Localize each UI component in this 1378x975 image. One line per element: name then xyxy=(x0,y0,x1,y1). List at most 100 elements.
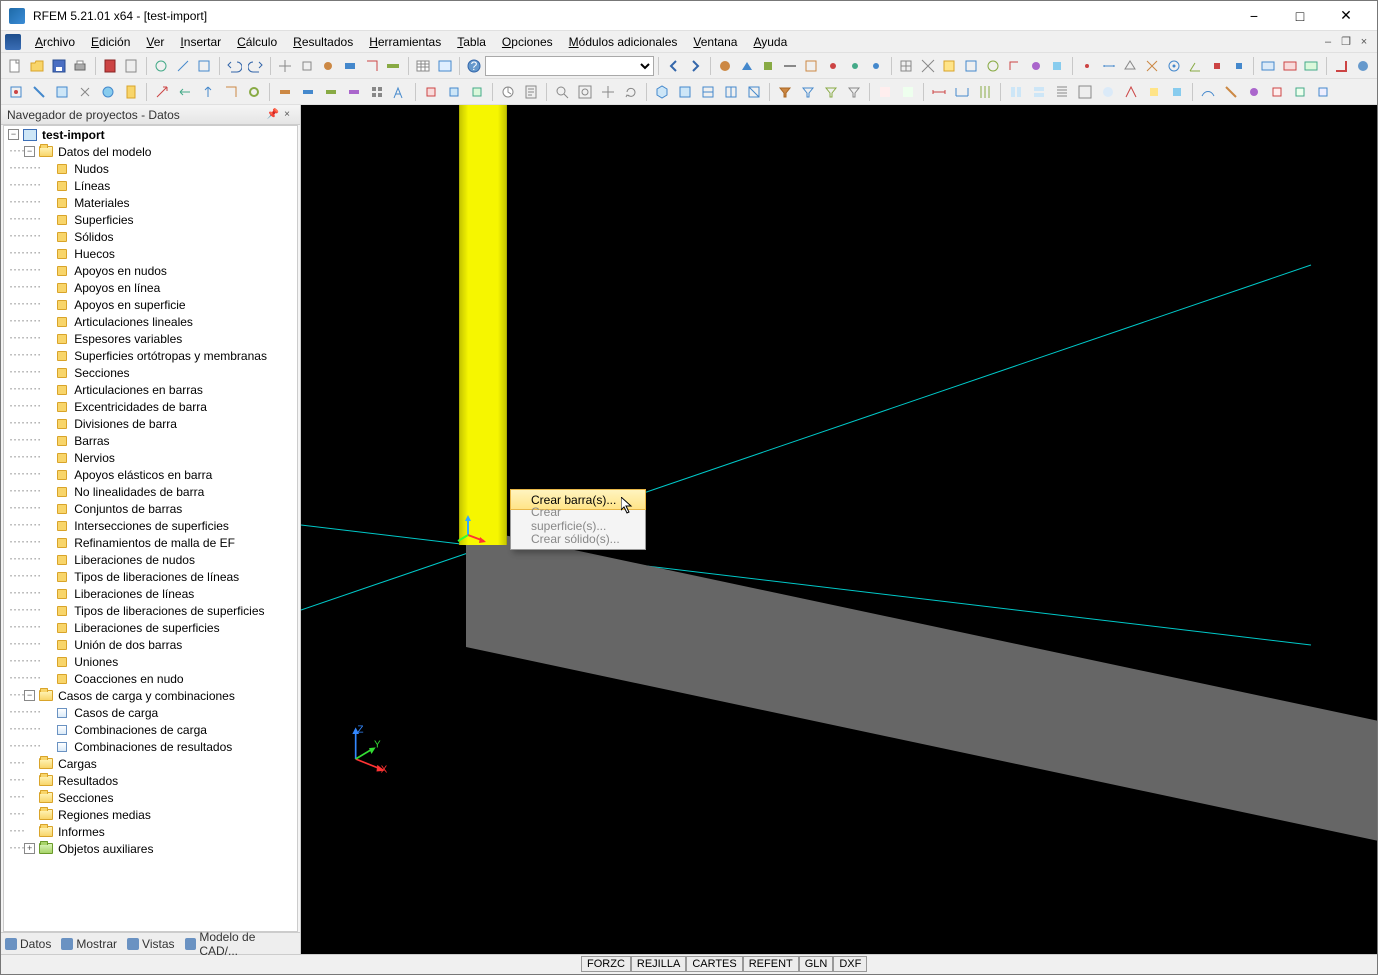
pin-icon[interactable]: 📌 xyxy=(266,109,280,120)
tree-materiales[interactable]: ········Materiales xyxy=(4,194,297,211)
snap-button-1[interactable] xyxy=(1077,55,1098,77)
grid-button-1[interactable] xyxy=(896,55,917,77)
viewport-3d[interactable]: Z X Y Crear barra(s)... Crear superficie… xyxy=(301,105,1377,954)
vis-button-2[interactable] xyxy=(736,55,757,77)
nav-tab-datos[interactable]: Datos xyxy=(5,937,51,951)
nav-tab-mostrar[interactable]: Mostrar xyxy=(61,937,117,951)
tool-button-6[interactable] xyxy=(296,55,317,77)
close-button[interactable]: ✕ xyxy=(1323,1,1369,31)
menu-módulos-adicionales[interactable]: Módulos adicionales xyxy=(561,33,686,51)
grid-button-6[interactable] xyxy=(1004,55,1025,77)
tool-button-10[interactable] xyxy=(383,55,404,77)
mdi-minimize-icon[interactable]: – xyxy=(1319,36,1337,48)
loadcase-combo[interactable] xyxy=(485,56,654,76)
tb2-btn-1[interactable] xyxy=(5,81,27,103)
cm-crear-superficies[interactable]: Crear superficie(s)... xyxy=(511,509,645,529)
tree-tipos-de-liberaciones-de-líneas[interactable]: ········Tipos de liberaciones de líneas xyxy=(4,568,297,585)
status-rejilla[interactable]: REJILLA xyxy=(631,956,686,972)
snap-button-7[interactable] xyxy=(1207,55,1228,77)
grid-button-5[interactable] xyxy=(982,55,1003,77)
menu-herramientas[interactable]: Herramientas xyxy=(361,33,449,51)
tree-objetos-auxiliares[interactable]: ····+Objetos auxiliares xyxy=(4,840,297,857)
tool-button-8[interactable] xyxy=(340,55,361,77)
tree-espesores-variables[interactable]: ········Espesores variables xyxy=(4,330,297,347)
menu-archivo[interactable]: Archivo xyxy=(27,33,83,51)
tb2-btn-6[interactable] xyxy=(120,81,142,103)
minimize-button[interactable]: − xyxy=(1231,1,1277,31)
menu-cálculo[interactable]: Cálculo xyxy=(229,33,285,51)
status-cartes[interactable]: CARTES xyxy=(686,956,742,972)
tb2-filter-3[interactable] xyxy=(820,81,842,103)
tb2-btn-15[interactable] xyxy=(343,81,365,103)
tree-coacciones-en-nudo[interactable]: ········Coacciones en nudo xyxy=(4,670,297,687)
snap-button-5[interactable] xyxy=(1163,55,1184,77)
tree-liberaciones-de-nudos[interactable]: ········Liberaciones de nudos xyxy=(4,551,297,568)
tb2-btn-7[interactable] xyxy=(151,81,173,103)
mdi-restore-icon[interactable]: ❐ xyxy=(1337,35,1355,48)
tree-liberaciones-de-líneas[interactable]: ········Liberaciones de líneas xyxy=(4,585,297,602)
tb2-misc-2[interactable] xyxy=(897,81,919,103)
tree-casos-de-carga[interactable]: ········Casos de carga xyxy=(4,704,297,721)
tb2-zoom-extents[interactable] xyxy=(574,81,596,103)
tb2-filter-2[interactable] xyxy=(797,81,819,103)
undo-button[interactable] xyxy=(224,55,245,77)
end-button-1[interactable] xyxy=(1331,55,1352,77)
tree-apoyos-en-línea[interactable]: ········Apoyos en línea xyxy=(4,279,297,296)
tb2-y3[interactable] xyxy=(1243,81,1265,103)
tb2-y5[interactable] xyxy=(1289,81,1311,103)
tb2-btn-4[interactable] xyxy=(74,81,96,103)
tree-datos-del-modelo[interactable]: ····−Datos del modelo xyxy=(4,143,297,160)
new-file-button[interactable] xyxy=(5,55,26,77)
tree-combinaciones-de-carga[interactable]: ········Combinaciones de carga xyxy=(4,721,297,738)
tree-nervios[interactable]: ········Nervios xyxy=(4,449,297,466)
tb2-btn-10[interactable] xyxy=(220,81,242,103)
tb2-x5[interactable] xyxy=(1097,81,1119,103)
tb2-btn-14[interactable] xyxy=(320,81,342,103)
grid-button-8[interactable] xyxy=(1047,55,1068,77)
menu-ver[interactable]: Ver xyxy=(138,33,172,51)
nav-prev-button[interactable] xyxy=(663,55,684,77)
tree-informes[interactable]: ····Informes xyxy=(4,823,297,840)
snap-button-4[interactable] xyxy=(1142,55,1163,77)
menu-ventana[interactable]: Ventana xyxy=(685,33,745,51)
tb2-btn-16[interactable] xyxy=(366,81,388,103)
status-forzc[interactable]: FORZC xyxy=(581,956,631,972)
end-button-2[interactable] xyxy=(1352,55,1373,77)
tb2-btn-2[interactable] xyxy=(28,81,50,103)
tree-intersecciones-de-superficies[interactable]: ········Intersecciones de superficies xyxy=(4,517,297,534)
tb2-view-3[interactable] xyxy=(697,81,719,103)
tb2-filter-4[interactable] xyxy=(843,81,865,103)
tb2-btn-8[interactable] xyxy=(174,81,196,103)
tb2-btn-19[interactable] xyxy=(443,81,465,103)
tb2-rotate[interactable] xyxy=(620,81,642,103)
tb2-dim-2[interactable] xyxy=(951,81,973,103)
open-file-button[interactable] xyxy=(27,55,48,77)
tb2-pan[interactable] xyxy=(597,81,619,103)
status-refent[interactable]: REFENT xyxy=(743,956,799,972)
tree-líneas[interactable]: ········Líneas xyxy=(4,177,297,194)
tb2-y6[interactable] xyxy=(1312,81,1334,103)
tree-nudos[interactable]: ········Nudos xyxy=(4,160,297,177)
mod-button-1[interactable] xyxy=(1258,55,1279,77)
tree-refinamientos-de-malla-de-ef[interactable]: ········Refinamientos de malla de EF xyxy=(4,534,297,551)
redo-button[interactable] xyxy=(245,55,266,77)
cal-button[interactable] xyxy=(100,55,121,77)
status-gln[interactable]: GLN xyxy=(799,956,834,972)
snap-button-6[interactable] xyxy=(1185,55,1206,77)
tree-barras[interactable]: ········Barras xyxy=(4,432,297,449)
tree-secciones[interactable]: ········Secciones xyxy=(4,364,297,381)
tb2-misc-1[interactable] xyxy=(874,81,896,103)
vis-button-1[interactable] xyxy=(715,55,736,77)
menu-opciones[interactable]: Opciones xyxy=(494,33,561,51)
tb2-y1[interactable] xyxy=(1197,81,1219,103)
tool-button-7[interactable] xyxy=(318,55,339,77)
tree-regiones-medias[interactable]: ····Regiones medias xyxy=(4,806,297,823)
tree-huecos[interactable]: ········Huecos xyxy=(4,245,297,262)
tree-test-import[interactable]: −test-import xyxy=(4,126,297,143)
tb2-x6[interactable] xyxy=(1120,81,1142,103)
tb2-btn-9[interactable] xyxy=(197,81,219,103)
tree-resultados[interactable]: ····Resultados xyxy=(4,772,297,789)
tree-articulaciones-lineales[interactable]: ········Articulaciones lineales xyxy=(4,313,297,330)
tb2-dim-1[interactable] xyxy=(928,81,950,103)
maximize-button[interactable]: □ xyxy=(1277,1,1323,31)
